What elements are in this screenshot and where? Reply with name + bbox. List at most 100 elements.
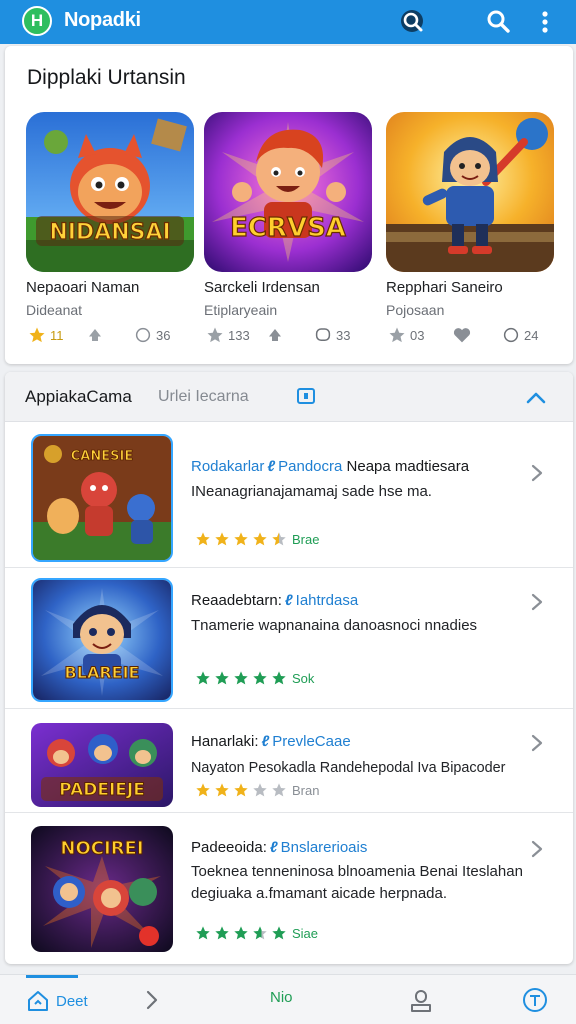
featured-app-stats: 03 24: [386, 326, 554, 348]
heart-icon[interactable]: [452, 326, 476, 344]
chevron-right-icon[interactable]: [527, 463, 547, 488]
list-item[interactable]: PADEIEJE Hanarlaki: ℓ PrevleCaae Nayaton P…: [5, 709, 573, 813]
featured-app-card[interactable]: NIDANSAI Nepaoari Naman Dideanat 11 36: [26, 112, 194, 352]
thumbnail-title: NOCIREI: [60, 838, 143, 859]
tag-icon: ℓ: [267, 458, 276, 475]
item-description: Tnamerie wapnanaina danoasnoci nnadies: [191, 617, 478, 634]
app-title: Nopadki: [64, 9, 141, 31]
chevron-right-icon[interactable]: [527, 592, 547, 617]
comment-icon: [135, 327, 151, 343]
tag-icon: ℓ: [269, 839, 278, 856]
comment-count: 33: [336, 327, 351, 343]
app-thumbnail[interactable]: PADEIEJE: [31, 723, 173, 807]
app-logo[interactable]: H: [22, 6, 52, 36]
star-icon: [215, 926, 229, 940]
star-icon: [253, 926, 267, 940]
thumbnail-title: BLAREIE: [65, 663, 140, 682]
star-icon: [196, 532, 210, 546]
rating-label: Sok: [292, 670, 315, 686]
featured-app-stats: 133 33: [204, 326, 372, 348]
chevron-right-icon[interactable]: [144, 989, 160, 1011]
nav-home-label: Deet: [56, 992, 88, 1010]
item-description: Toeknea tenneninosa blnoamenia Benai Ite…: [191, 863, 523, 902]
more-vertical-icon[interactable]: [528, 5, 562, 39]
comment-stat[interactable]: 24: [502, 326, 538, 344]
rating-label: Siae: [292, 925, 319, 941]
star-icon: [234, 783, 248, 797]
search-icon[interactable]: [482, 5, 516, 39]
featured-app-developer: Pojosaan: [386, 302, 445, 318]
item-rating: Sok: [195, 670, 314, 686]
app-thumbnail[interactable]: CANESIE: [31, 434, 173, 562]
app-list-section: AppiakaCama Urlei Iecarna CANESIE Rodaka…: [5, 372, 573, 964]
nav-info[interactable]: [522, 987, 548, 1013]
rating-value: 11: [50, 327, 64, 343]
star-icon: [196, 783, 210, 797]
item-rating: Brae: [195, 531, 319, 547]
item-title-tag[interactable]: Bnslarerioais: [281, 839, 368, 856]
star-icon: [253, 783, 267, 797]
list-item[interactable]: CANESIE Rodakarlar ℓ Pandocra Neapa madtie…: [5, 423, 573, 568]
chevron-right-icon[interactable]: [527, 733, 547, 758]
item-title-main: Reaadebtarn:: [191, 592, 282, 609]
app-thumbnail[interactable]: [386, 112, 554, 272]
bottom-navigation: Deet Nio: [0, 974, 576, 1024]
app-thumbnail[interactable]: NIDANSAI: [26, 112, 194, 272]
featured-section: Dipplaki Urtansin NIDANSAI Nepaoari Nama…: [5, 46, 573, 364]
app-thumbnail[interactable]: ECRVSA: [204, 112, 372, 272]
thumbnail-title: PADEIEJE: [59, 780, 145, 800]
item-description: INeanagrianajamamaj sade hse ma.: [191, 483, 432, 500]
home-icon: [28, 991, 48, 1011]
search-icon[interactable]: [396, 5, 430, 39]
top-app-bar: H Nopadki: [0, 0, 576, 44]
list-header: AppiakaCama Urlei Iecarna: [5, 372, 573, 422]
comment-count: 24: [524, 327, 539, 343]
comment-stat[interactable]: 36: [134, 326, 170, 344]
star-icon: [196, 926, 210, 940]
grid-view-icon[interactable]: [297, 388, 315, 409]
list-title: AppiakaCama: [25, 387, 132, 406]
nav-center-label: Nio: [270, 989, 293, 1006]
app-thumbnail[interactable]: NOCIREI: [31, 826, 173, 952]
user-icon: [411, 990, 431, 1012]
star-icon: [272, 532, 286, 546]
chevron-right-icon[interactable]: [527, 839, 547, 864]
star-icon: [234, 671, 248, 685]
nav-center[interactable]: Nio: [270, 989, 293, 1006]
item-title-main: Padeeoida:: [191, 839, 267, 856]
thumbnail-title: ECRVSA: [230, 213, 346, 243]
star-icon: [272, 783, 286, 797]
star-icon: [389, 327, 405, 343]
chevron-up-icon[interactable]: [523, 384, 549, 415]
share-icon[interactable]: [266, 326, 288, 344]
list-subtitle[interactable]: Urlei Iecarna: [158, 388, 249, 406]
item-title-tag[interactable]: PrevleCaae: [272, 733, 350, 750]
featured-app-card[interactable]: ECRVSA Sarckeli Irdensan Etiplaryeain 13…: [204, 112, 372, 352]
rating-value: 133: [228, 327, 250, 343]
nav-profile[interactable]: [410, 989, 432, 1013]
item-title-tag[interactable]: Pandocra: [278, 458, 342, 475]
item-title-tag[interactable]: Iahtrdasa: [296, 592, 359, 609]
list-item[interactable]: BLAREIE Reaadebtarn: ℓ Iahtrdasa Tnamerie …: [5, 568, 573, 709]
star-icon: [196, 671, 210, 685]
star-icon: [234, 926, 248, 940]
star-icon: [272, 926, 286, 940]
thumbnail-title: CANESIE: [71, 449, 133, 464]
featured-app-name: Sarckeli Irdensan: [204, 279, 320, 296]
star-icon: [272, 671, 286, 685]
rating-stat: 11: [28, 326, 64, 344]
item-title-main: Hanarlaki:: [191, 733, 259, 750]
featured-app-name: Nepaoari Naman: [26, 279, 140, 296]
star-icon: [253, 532, 267, 546]
featured-app-card[interactable]: Repphari Saneiro Pojosaan 03 24: [386, 112, 554, 352]
item-rating: Bran: [195, 782, 319, 798]
star-icon: [215, 671, 229, 685]
star-icon: [29, 327, 45, 343]
share-icon[interactable]: [86, 326, 108, 344]
app-thumbnail[interactable]: BLAREIE: [31, 578, 173, 702]
nav-home[interactable]: Deet: [26, 989, 88, 1013]
comment-icon: [503, 327, 519, 343]
thumbnail-title: NIDANSAI: [49, 220, 170, 245]
list-item[interactable]: NOCIREI Padeeoida: ℓ Bnslarerioais Toeknea…: [5, 813, 573, 964]
comment-stat[interactable]: 33: [314, 326, 350, 344]
